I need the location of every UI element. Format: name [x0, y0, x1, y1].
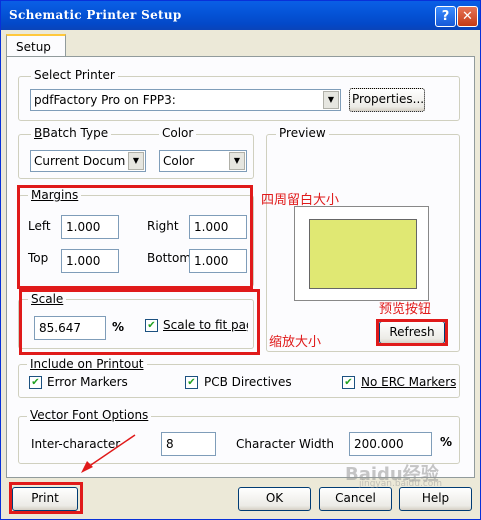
window-title: Schematic Printer Setup — [9, 8, 182, 22]
character-width-input[interactable]: 200.000 — [349, 432, 432, 456]
color-select[interactable]: Color ▼ — [159, 150, 247, 172]
help-title-button[interactable]: ? — [435, 6, 456, 27]
printer-select[interactable]: pdfFactory Pro on FPP3: ▼ — [30, 89, 341, 111]
baidu-watermark-url: jingyan.baidu.com — [359, 479, 443, 489]
pcb-directives-checkbox[interactable]: ✔ — [185, 376, 198, 389]
character-width-label: Character Width — [236, 437, 334, 451]
include-label: Include on Printout — [27, 357, 147, 371]
batch-type-value: Current Docum — [34, 154, 126, 168]
printer-setup-dialog: Schematic Printer Setup ? ✕ Setup Select… — [0, 0, 481, 520]
scale-highlight — [19, 289, 260, 355]
chevron-down-icon[interactable]: ▼ — [128, 152, 144, 170]
error-markers-checkbox[interactable]: ✔ — [29, 376, 42, 389]
refresh-annotation: 预览按钮 — [379, 302, 432, 317]
character-width-percent: % — [440, 435, 453, 449]
chevron-down-icon[interactable]: ▼ — [323, 91, 339, 109]
preview-drawing-area — [309, 219, 417, 289]
margins-annotation: 四周留白大小 — [261, 193, 340, 208]
ok-button[interactable]: OK — [238, 487, 311, 511]
select-printer-label: Select Printer — [31, 68, 118, 82]
close-icon[interactable]: ✕ — [457, 6, 478, 27]
printer-select-value: pdfFactory Pro on FPP3: — [34, 93, 176, 107]
error-markers-label: Error Markers — [47, 375, 128, 389]
chevron-down-icon[interactable]: ▼ — [229, 152, 245, 170]
no-erc-markers-label: No ERC Markers — [361, 375, 456, 389]
arrow-annotation — [81, 434, 136, 473]
print-highlight — [9, 482, 83, 514]
preview-label: Preview — [276, 126, 329, 140]
title-bar[interactable]: Schematic Printer Setup ? ✕ — [1, 1, 480, 30]
refresh-highlight — [376, 319, 448, 346]
inter-character-input[interactable]: 8 — [161, 432, 216, 456]
batch-type-label: BBatch Type — [31, 126, 112, 140]
pcb-directives-label: PCB Directives — [204, 375, 292, 389]
scale-annotation: 缩放大小 — [269, 335, 322, 350]
margins-highlight — [17, 185, 253, 289]
tab-setup[interactable]: Setup — [6, 34, 66, 57]
no-erc-markers-checkbox[interactable]: ✔ — [342, 376, 355, 389]
batch-type-select[interactable]: Current Docum ▼ — [30, 150, 146, 172]
color-select-value: Color — [163, 154, 195, 168]
color-label: Color — [159, 126, 197, 140]
vector-font-label: Vector Font Options — [27, 408, 152, 422]
properties-button[interactable]: Properties... — [349, 88, 425, 112]
cancel-button[interactable]: Cancel — [319, 487, 392, 511]
help-button[interactable]: Help — [399, 487, 472, 511]
preview-page — [294, 206, 429, 301]
